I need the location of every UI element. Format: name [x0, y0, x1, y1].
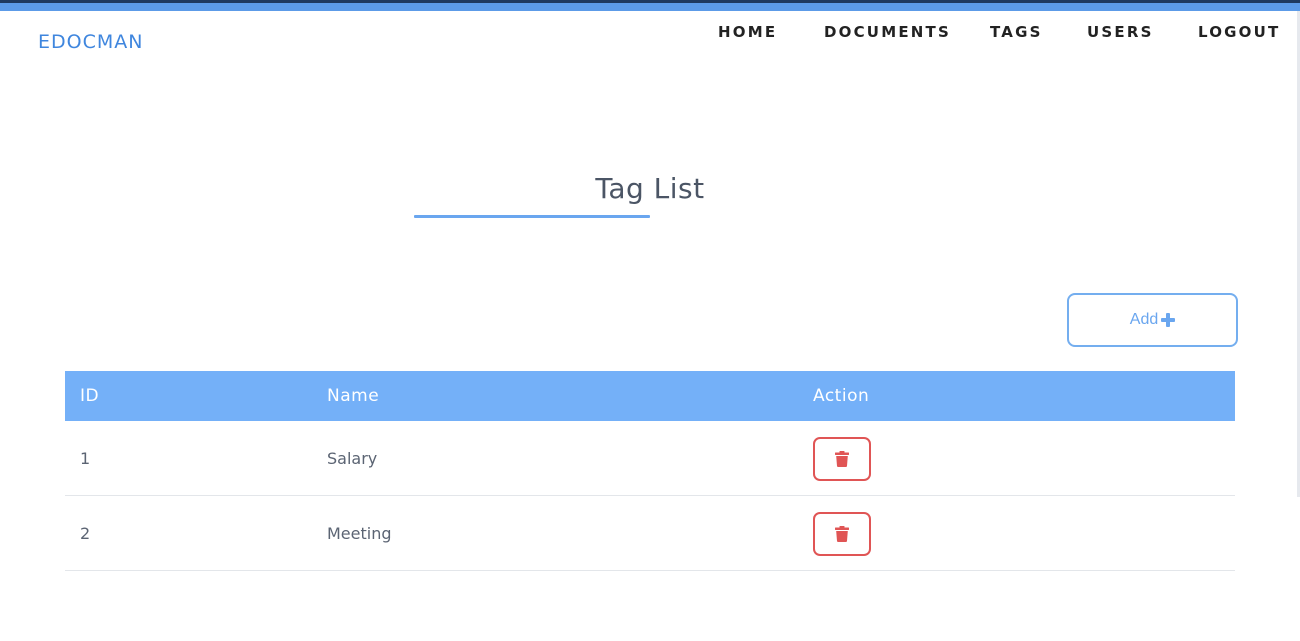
navbar: EDOCMAN HOME DOCUMENTS TAGS USERS LOGOUT [0, 11, 1300, 66]
table-row: 2 Meeting [65, 496, 1235, 571]
add-button-label: Add [1129, 311, 1159, 328]
column-header-name: Name [327, 386, 380, 406]
title-underline [414, 215, 650, 218]
table-header: ID Name Action [65, 371, 1235, 421]
cell-name: Salary [327, 449, 378, 468]
table-row: 1 Salary [65, 421, 1235, 496]
page-title: Tag List [595, 172, 705, 205]
delete-button[interactable] [813, 437, 871, 481]
add-tag-button[interactable]: Add [1067, 293, 1238, 347]
delete-button[interactable] [813, 512, 871, 556]
cell-id: 2 [80, 524, 91, 543]
nav-home[interactable]: HOME [718, 23, 777, 41]
nav-logout[interactable]: LOGOUT [1198, 23, 1280, 41]
plus-icon [1161, 313, 1176, 327]
trash-icon [835, 451, 849, 467]
brand-logo-link[interactable]: EDOCMAN [38, 31, 143, 53]
tag-table: ID Name Action 1 Salary 2 Meeting [65, 371, 1235, 571]
nav-users[interactable]: USERS [1087, 23, 1154, 41]
column-header-action: Action [813, 386, 870, 406]
cell-name: Meeting [327, 524, 392, 543]
nav-documents[interactable]: DOCUMENTS [824, 23, 951, 41]
top-accent-bar [0, 3, 1300, 11]
column-header-id: ID [80, 386, 100, 406]
cell-id: 1 [80, 449, 91, 468]
trash-icon [835, 526, 849, 542]
nav-tags[interactable]: TAGS [990, 23, 1043, 41]
